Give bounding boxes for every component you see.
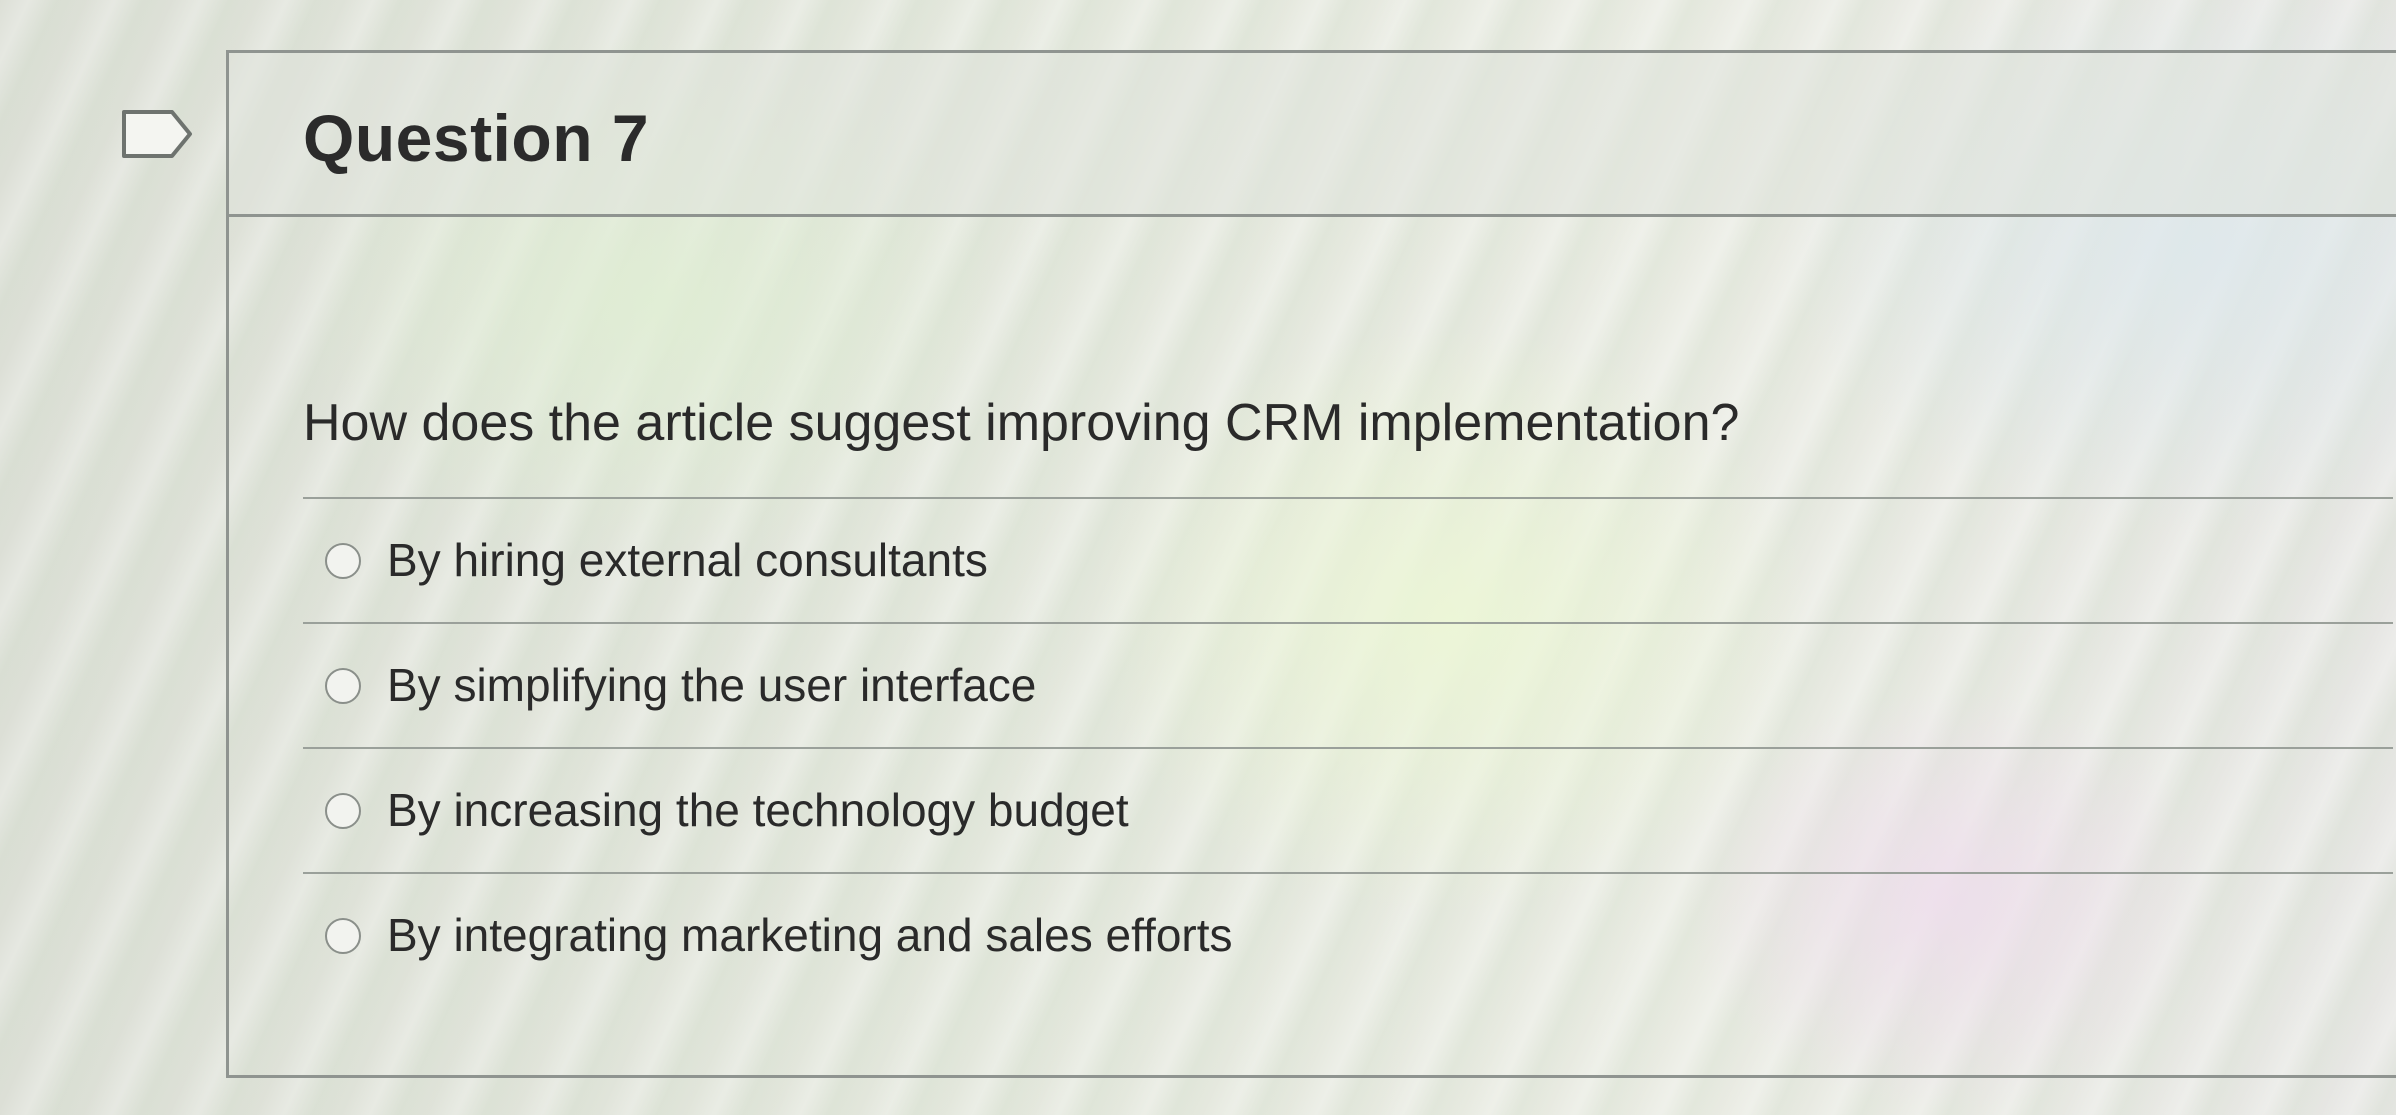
radio-button[interactable] — [325, 793, 361, 829]
radio-button[interactable] — [325, 543, 361, 579]
question-header: Question 7 — [229, 53, 2396, 217]
question-panel: Question 7 How does the article suggest … — [226, 50, 2396, 1078]
answer-list: By hiring external consultants By simpli… — [303, 497, 2393, 999]
answer-label[interactable]: By integrating marketing and sales effor… — [387, 910, 1233, 961]
radio-button[interactable] — [325, 918, 361, 954]
question-title: Question 7 — [303, 101, 650, 175]
answer-label[interactable]: By simplifying the user interface — [387, 660, 1036, 711]
radio-button[interactable] — [325, 668, 361, 704]
answer-option[interactable]: By integrating marketing and sales effor… — [303, 874, 2393, 999]
answer-label[interactable]: By increasing the technology budget — [387, 785, 1129, 836]
question-prompt: How does the article suggest improving C… — [303, 394, 1740, 452]
answer-label[interactable]: By hiring external consultants — [387, 535, 988, 586]
answer-option[interactable]: By hiring external consultants — [303, 499, 2393, 624]
answer-option[interactable]: By increasing the technology budget — [303, 749, 2393, 874]
answer-option[interactable]: By simplifying the user interface — [303, 624, 2393, 749]
bookmark-flag-icon[interactable] — [120, 108, 194, 160]
